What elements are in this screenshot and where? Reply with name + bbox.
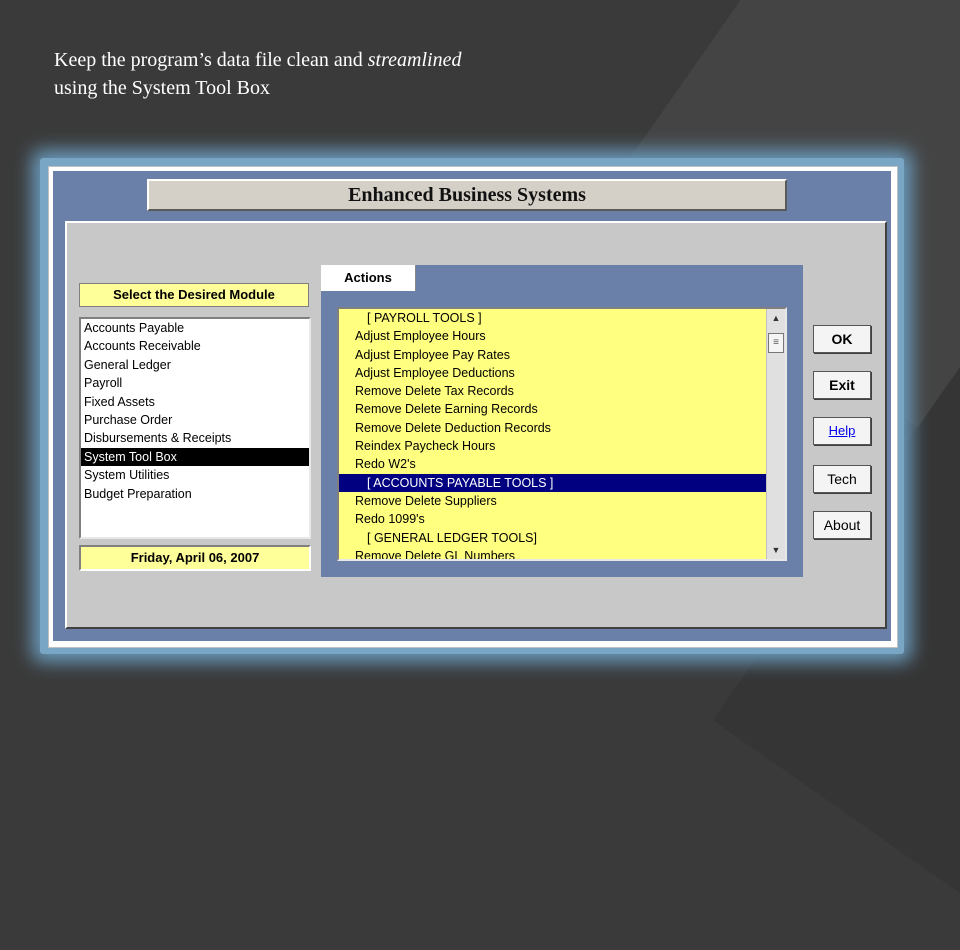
- module-item-selected[interactable]: System Tool Box: [81, 447, 309, 467]
- app-screenshot: Enhanced Business Systems Select the Des…: [48, 166, 898, 648]
- app-window: Enhanced Business Systems Select the Des…: [53, 171, 891, 641]
- actions-list-items: [ PAYROLL TOOLS ] Adjust Employee Hours …: [339, 309, 767, 559]
- module-item[interactable]: System Utilities: [81, 466, 309, 484]
- help-button[interactable]: Help: [813, 417, 871, 445]
- module-item[interactable]: General Ledger: [81, 356, 309, 374]
- action-item[interactable]: Adjust Employee Pay Rates: [339, 346, 767, 364]
- about-button[interactable]: About: [813, 511, 871, 539]
- action-group-header[interactable]: [ GENERAL LEDGER TOOLS]: [339, 529, 767, 547]
- actions-scrollbar[interactable]: ▲ ≡ ▼: [766, 309, 785, 559]
- scroll-up-arrow-icon[interactable]: ▲: [767, 309, 785, 327]
- action-group-header-selected[interactable]: [ ACCOUNTS PAYABLE TOOLS ]: [339, 473, 767, 492]
- action-item[interactable]: Adjust Employee Hours: [339, 327, 767, 345]
- action-item[interactable]: Remove Delete Suppliers: [339, 492, 767, 510]
- module-item[interactable]: Budget Preparation: [81, 485, 309, 503]
- module-item[interactable]: Disbursements & Receipts: [81, 429, 309, 447]
- scroll-down-arrow-icon[interactable]: ▼: [767, 541, 785, 559]
- module-item[interactable]: Accounts Payable: [81, 319, 309, 337]
- tech-button[interactable]: Tech: [813, 465, 871, 493]
- action-item[interactable]: Remove Delete GL Numbers: [339, 547, 767, 559]
- module-item[interactable]: Fixed Assets: [81, 393, 309, 411]
- caption-emphasis: streamlined: [367, 49, 462, 71]
- caption-line1-text: Keep the program’s data file clean and: [54, 49, 368, 71]
- action-item[interactable]: Redo 1099's: [339, 510, 767, 528]
- caption-line2-text: using the System Tool Box: [54, 77, 271, 99]
- module-list[interactable]: Accounts Payable Accounts Receivable Gen…: [79, 317, 311, 539]
- scroll-thumb[interactable]: ≡: [768, 333, 784, 353]
- app-title: Enhanced Business Systems: [147, 179, 787, 211]
- action-item[interactable]: Remove Delete Earning Records: [339, 400, 767, 418]
- action-group-header[interactable]: [ PAYROLL TOOLS ]: [339, 309, 767, 327]
- main-panel: Select the Desired Module Accounts Payab…: [65, 221, 887, 629]
- tab-strip: Actions: [321, 265, 803, 291]
- actions-list[interactable]: [ PAYROLL TOOLS ] Adjust Employee Hours …: [337, 307, 787, 561]
- module-list-header: Select the Desired Module: [79, 283, 309, 307]
- tab-actions[interactable]: Actions: [321, 265, 416, 291]
- ok-button[interactable]: OK: [813, 325, 871, 353]
- action-item[interactable]: Reindex Paycheck Hours: [339, 437, 767, 455]
- slide-caption: Keep the program’s data file clean and s…: [54, 46, 694, 102]
- action-item[interactable]: Redo W2's: [339, 455, 767, 473]
- action-item[interactable]: Remove Delete Tax Records: [339, 382, 767, 400]
- module-item[interactable]: Purchase Order: [81, 411, 309, 429]
- action-item[interactable]: Remove Delete Deduction Records: [339, 419, 767, 437]
- exit-button[interactable]: Exit: [813, 371, 871, 399]
- module-item[interactable]: Payroll: [81, 374, 309, 392]
- current-date: Friday, April 06, 2007: [79, 545, 311, 571]
- action-item[interactable]: Adjust Employee Deductions: [339, 364, 767, 382]
- module-item[interactable]: Accounts Receivable: [81, 337, 309, 355]
- actions-tab-panel: [ PAYROLL TOOLS ] Adjust Employee Hours …: [321, 291, 803, 577]
